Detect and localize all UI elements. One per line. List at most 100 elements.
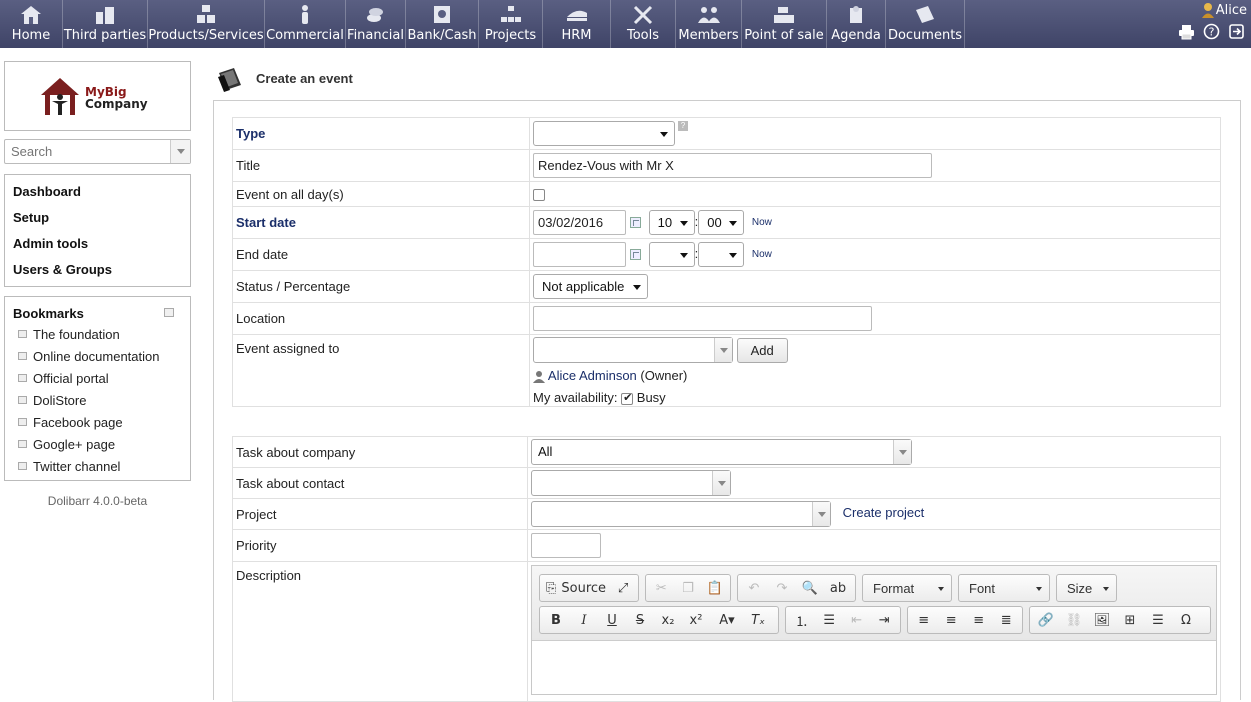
image-icon[interactable]: 🖼	[1088, 608, 1116, 632]
subscript-icon[interactable]: x₂	[654, 608, 682, 632]
chevron-down-icon[interactable]	[893, 440, 911, 464]
format-label: Format	[873, 581, 915, 596]
title-input[interactable]: Rendez-Vous with Mr X	[533, 153, 932, 178]
menu-item-home[interactable]: Home	[0, 0, 63, 48]
remove-format-icon[interactable]: Tₓ	[744, 608, 772, 632]
unlink-icon[interactable]: ⛓	[1060, 608, 1088, 632]
menu-item-financial[interactable]: Financial	[346, 0, 406, 48]
numbered-list-icon[interactable]: ⒈	[788, 608, 816, 632]
text-color-icon[interactable]: A▾	[710, 608, 744, 632]
nav-link-setup[interactable]: Setup	[13, 210, 190, 236]
location-input[interactable]	[533, 306, 872, 331]
menu-item-point-of-sale[interactable]: Point of sale	[742, 0, 827, 48]
assignee-select[interactable]	[533, 337, 733, 363]
bookmark-item[interactable]: DoliStore	[13, 393, 190, 415]
bold-icon[interactable]: B	[542, 608, 570, 632]
type-select[interactable]	[533, 121, 675, 146]
contact-select[interactable]	[531, 470, 731, 496]
calendar-icon[interactable]	[630, 249, 641, 260]
create-project-link[interactable]: Create project	[843, 505, 925, 520]
source-button[interactable]: ⎘ Source	[542, 576, 610, 600]
busy-checkbox[interactable]	[621, 391, 634, 405]
priority-input[interactable]	[531, 533, 601, 558]
nav-link-users-groups[interactable]: Users & Groups	[13, 262, 190, 288]
nav-link-admin-tools[interactable]: Admin tools	[13, 236, 190, 262]
bookmark-item[interactable]: Facebook page	[13, 415, 190, 437]
redo-icon[interactable]: ↷	[768, 576, 796, 600]
start-minute-select[interactable]: 00	[698, 210, 745, 235]
strike-icon[interactable]: S	[626, 608, 654, 632]
bookmark-item[interactable]: Google+ page	[13, 437, 190, 459]
end-date-input[interactable]	[533, 242, 626, 267]
status-select[interactable]: Not applicable	[533, 274, 648, 299]
indent-icon[interactable]: ⇥	[871, 608, 899, 632]
align-left-icon[interactable]: ≡	[910, 608, 938, 632]
start-now-link[interactable]: Now	[752, 217, 772, 228]
print-icon[interactable]	[1178, 23, 1195, 40]
project-select[interactable]	[531, 501, 831, 527]
align-right-icon[interactable]: ≡	[965, 608, 993, 632]
user-name[interactable]: Alice	[1216, 3, 1247, 18]
link-icon[interactable]: 🔗	[1032, 608, 1060, 632]
outdent-icon[interactable]: ⇤	[843, 608, 871, 632]
menu-item-members[interactable]: Members	[676, 0, 742, 48]
help-icon[interactable]: ?	[678, 121, 688, 131]
chevron-down-icon[interactable]	[712, 471, 730, 495]
menu-item-bank-cash[interactable]: Bank/Cash	[406, 0, 479, 48]
company-logo[interactable]: MyBig Company	[4, 61, 191, 131]
bookmark-item[interactable]: The foundation	[13, 327, 190, 349]
horizontal-rule-icon[interactable]: ☰	[1144, 608, 1172, 632]
logout-icon[interactable]	[1228, 23, 1245, 40]
user-avatar-icon[interactable]	[1201, 2, 1215, 18]
bookmark-item[interactable]: Twitter channel	[13, 459, 190, 481]
editor-group-insert: 🔗 ⛓ 🖼 ⊞ ☰ Ω	[1029, 606, 1211, 634]
chevron-down-icon[interactable]	[812, 502, 830, 526]
copy-icon[interactable]: ❐	[675, 576, 702, 600]
company-select[interactable]: All	[531, 439, 912, 465]
menu-item-agenda[interactable]: Agenda	[827, 0, 886, 48]
italic-icon[interactable]: I	[570, 608, 598, 632]
menu-item-commercial[interactable]: Commercial	[265, 0, 346, 48]
menu-item-products-services[interactable]: Products/Services	[148, 0, 265, 48]
start-date-input[interactable]: 03/02/2016	[533, 210, 626, 235]
menu-item-hrm[interactable]: HRM	[543, 0, 611, 48]
chevron-down-icon[interactable]	[714, 338, 732, 362]
find-icon[interactable]: 🔍	[796, 576, 824, 600]
bookmark-item[interactable]: Online documentation	[13, 349, 190, 371]
end-now-link[interactable]: Now	[752, 249, 772, 260]
menu-item-third-parties[interactable]: Third parties	[63, 0, 148, 48]
menu-item-projects[interactable]: Projects	[479, 0, 543, 48]
bookmark-item[interactable]: Official portal	[13, 371, 190, 393]
menu-item-tools[interactable]: Tools	[611, 0, 676, 48]
replace-icon[interactable]: ab	[824, 576, 852, 600]
maximize-icon[interactable]: ⤢	[610, 576, 636, 600]
align-center-icon[interactable]: ≡	[938, 608, 966, 632]
menu-item-documents[interactable]: Documents	[886, 0, 965, 48]
search-dropdown-arrow[interactable]	[170, 140, 190, 163]
assignee-link[interactable]: Alice Adminson	[548, 368, 637, 383]
paste-icon[interactable]: 📋	[701, 576, 728, 600]
undo-icon[interactable]: ↶	[740, 576, 768, 600]
start-hour-select[interactable]: 10	[648, 210, 695, 235]
end-hour-select[interactable]	[648, 242, 695, 267]
underline-icon[interactable]: U	[598, 608, 626, 632]
start-hour-value: 10	[657, 215, 673, 230]
calendar-icon[interactable]	[630, 217, 641, 228]
special-char-icon[interactable]: Ω	[1172, 608, 1200, 632]
table-icon[interactable]: ⊞	[1116, 608, 1144, 632]
cut-icon[interactable]: ✂	[648, 576, 675, 600]
bulleted-list-icon[interactable]: ☰	[816, 608, 844, 632]
format-select[interactable]: Format	[862, 574, 952, 602]
align-justify-icon[interactable]: ≣	[993, 608, 1021, 632]
editor-content-area[interactable]	[532, 642, 1216, 694]
font-select[interactable]: Font	[958, 574, 1050, 602]
nav-link-dashboard[interactable]: Dashboard	[13, 184, 190, 210]
allday-checkbox[interactable]	[533, 189, 545, 202]
bookmarks-edit-icon[interactable]	[164, 308, 174, 317]
superscript-icon[interactable]: x²	[682, 608, 710, 632]
search-input[interactable]	[5, 140, 168, 163]
size-select[interactable]: Size	[1056, 574, 1117, 602]
end-minute-select[interactable]	[698, 242, 745, 267]
add-assignee-button[interactable]: Add	[736, 337, 788, 363]
help-icon[interactable]: ?	[1203, 23, 1220, 40]
